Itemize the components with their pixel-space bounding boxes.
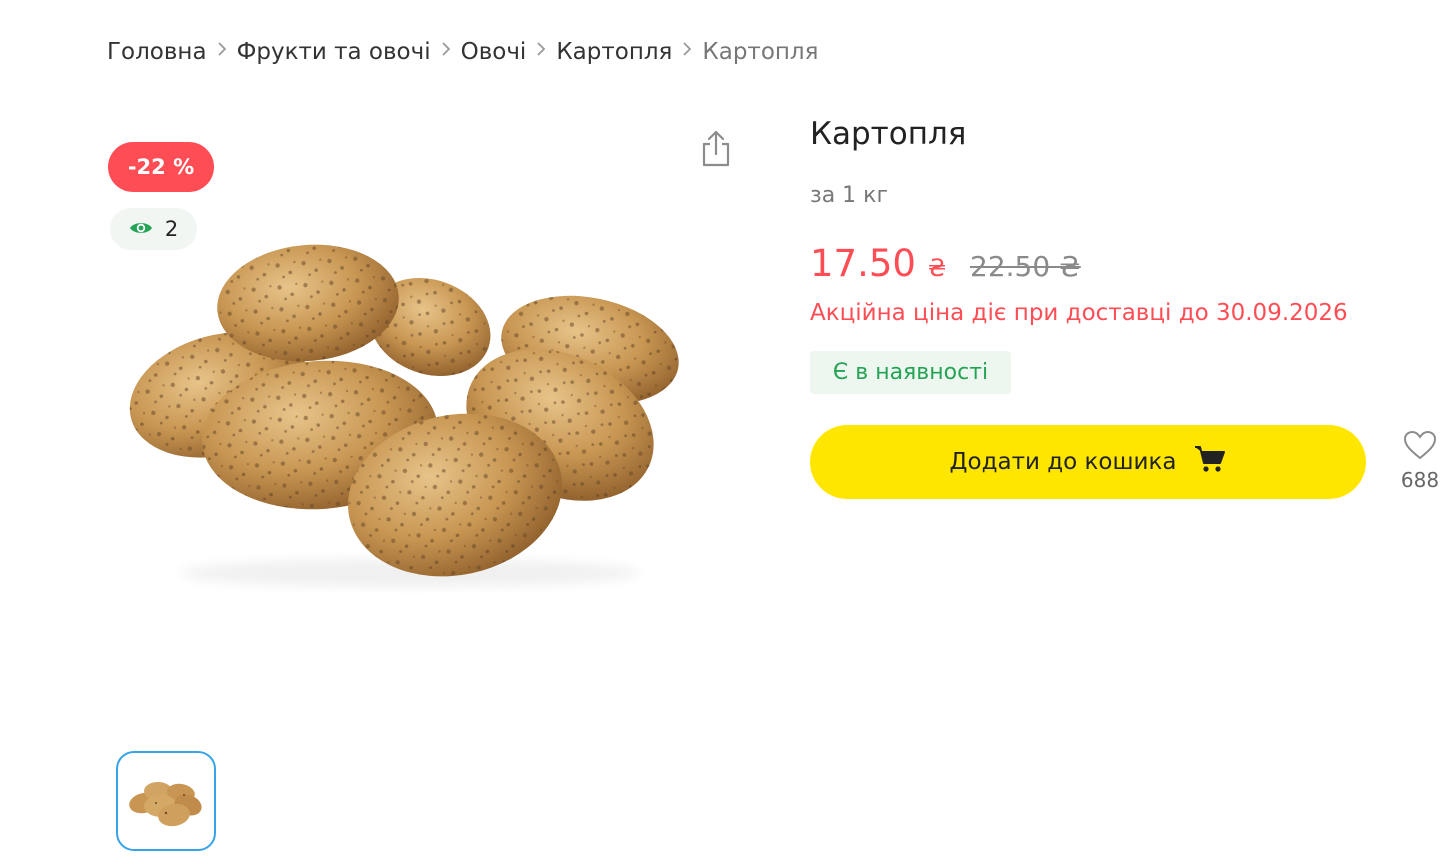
- breadcrumb-fruits-vegetables[interactable]: Фрукти та овочі: [237, 36, 431, 68]
- price-currency: ₴: [927, 254, 947, 282]
- old-price: 22.50 ₴: [970, 250, 1081, 283]
- favorites-count: 688: [1400, 468, 1440, 492]
- product-unit: за 1 кг: [810, 183, 889, 208]
- gallery-thumbnail[interactable]: [116, 751, 216, 851]
- chevron-right-icon: [672, 33, 702, 65]
- chevron-right-icon: [431, 33, 461, 65]
- add-to-cart-button[interactable]: Додати до кошика: [810, 425, 1366, 499]
- add-to-cart-label: Додати до кошика: [949, 449, 1177, 475]
- breadcrumb-potato-category[interactable]: Картопля: [556, 36, 672, 68]
- promo-note: Акційна ціна діє при доставці до 30.09.2…: [810, 300, 1348, 326]
- share-icon: [700, 129, 732, 171]
- cart-icon: [1194, 444, 1226, 480]
- heart-icon: [1403, 430, 1437, 464]
- price-value: 17.50: [810, 242, 916, 285]
- potatoes-thumbnail: [129, 782, 202, 827]
- stock-status-badge: Є в наявності: [810, 351, 1011, 394]
- breadcrumb: Головна Фрукти та овочі Овочі Картопля К…: [107, 36, 818, 68]
- current-price: 17.50 ₴: [810, 240, 946, 292]
- breadcrumb-home[interactable]: Головна: [107, 36, 207, 68]
- breadcrumb-current: Картопля: [702, 39, 819, 65]
- favorite-button[interactable]: 688: [1398, 430, 1442, 492]
- product-title: Картопля: [810, 116, 967, 152]
- share-button[interactable]: [698, 130, 734, 170]
- discount-badge: -22 %: [108, 142, 214, 192]
- product-image: [120, 235, 700, 595]
- breadcrumb-vegetables[interactable]: Овочі: [461, 36, 527, 68]
- potatoes-image: [129, 244, 679, 587]
- chevron-right-icon: [526, 33, 556, 65]
- chevron-right-icon: [207, 33, 237, 65]
